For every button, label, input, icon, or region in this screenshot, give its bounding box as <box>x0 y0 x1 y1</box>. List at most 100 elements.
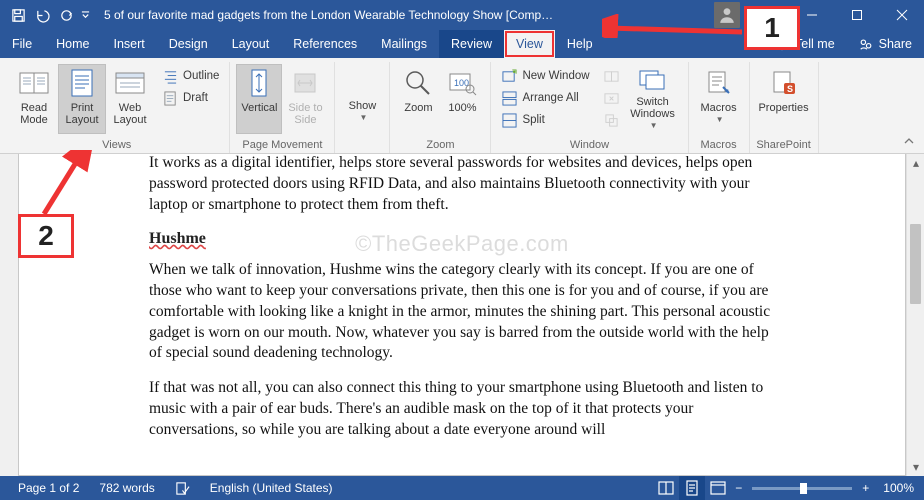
paragraph-2: When we talk of innovation, Hushme wins … <box>149 260 775 365</box>
group-sharepoint: S Properties SharePoint <box>750 62 819 153</box>
new-window-button[interactable]: New Window <box>497 66 593 86</box>
web-layout-label: Web Layout <box>108 102 152 126</box>
window-title: 5 of our favorite mad gadgets from the L… <box>92 8 714 22</box>
heading-hushme: Hushme <box>149 230 775 248</box>
repeat-icon[interactable] <box>54 0 78 30</box>
group-macros: Macros ▼ Macros <box>689 62 750 153</box>
vertical-scrollbar[interactable]: ▴ ▾ <box>906 154 924 476</box>
group-views-label: Views <box>102 138 131 151</box>
close-button[interactable] <box>879 0 924 30</box>
draft-label: Draft <box>183 92 208 104</box>
status-page[interactable]: Page 1 of 2 <box>8 481 89 495</box>
window-b-button <box>600 88 624 108</box>
new-window-label: New Window <box>522 70 589 82</box>
split-label: Split <box>522 114 544 126</box>
side-to-side-icon <box>288 66 322 100</box>
document-page[interactable]: ©TheGeekPage.com It works as a digital i… <box>18 154 906 476</box>
vertical-button[interactable]: Vertical <box>236 64 282 134</box>
left-gutter <box>0 154 18 476</box>
zoom-in-button[interactable]: + <box>858 481 873 495</box>
scroll-down-icon[interactable]: ▾ <box>907 458 924 476</box>
group-page-movement-label: Page Movement <box>242 138 322 151</box>
print-layout-button[interactable]: Print Layout <box>58 64 106 134</box>
status-bar: Page 1 of 2 782 words English (United St… <box>0 476 924 500</box>
tab-references[interactable]: References <box>281 30 369 58</box>
callout-1: 1 <box>744 6 800 50</box>
chevron-down-icon: ▼ <box>716 114 724 126</box>
paragraph-3: If that was not all, you can also connec… <box>149 378 775 441</box>
callout-2: 2 <box>18 214 74 258</box>
callout-2-text: 2 <box>38 220 54 252</box>
web-layout-icon <box>113 66 147 100</box>
status-print-layout-icon[interactable] <box>679 476 705 500</box>
show-label: Show <box>349 100 377 112</box>
macros-button[interactable]: Macros ▼ <box>695 64 743 134</box>
group-views: Read Mode Print Layout Web Layout <box>4 62 230 153</box>
switch-windows-icon <box>636 66 670 94</box>
arrange-all-button[interactable]: Arrange All <box>497 88 593 108</box>
hundred-label: 100% <box>448 102 476 114</box>
user-avatar[interactable] <box>714 2 740 28</box>
zoom-out-button[interactable]: − <box>731 481 746 495</box>
tab-mailings[interactable]: Mailings <box>369 30 439 58</box>
macros-icon <box>702 66 736 100</box>
properties-icon: S <box>767 66 801 100</box>
share-label: Share <box>879 37 912 51</box>
read-mode-icon <box>17 66 51 100</box>
paragraph-1: It works as a digital identifier, helps … <box>149 154 775 216</box>
status-web-layout-icon[interactable] <box>705 476 731 500</box>
print-layout-label: Print Layout <box>60 102 104 126</box>
chevron-down-icon: ▼ <box>650 120 658 132</box>
outline-button[interactable]: Outline <box>158 66 223 86</box>
zoom-button[interactable]: Zoom <box>396 64 440 134</box>
tab-home[interactable]: Home <box>44 30 101 58</box>
zoom-percent[interactable]: 100% <box>873 481 916 495</box>
properties-button[interactable]: S Properties <box>756 64 812 134</box>
zoom-slider[interactable] <box>752 487 852 490</box>
tab-insert[interactable]: Insert <box>102 30 157 58</box>
split-button[interactable]: Split <box>497 110 593 130</box>
split-icon <box>501 112 517 128</box>
show-button[interactable]: Show ▼ <box>341 64 383 134</box>
switch-windows-button[interactable]: Switch Windows ▼ <box>624 64 682 134</box>
maximize-button[interactable] <box>834 0 879 30</box>
new-window-icon <box>501 68 517 84</box>
undo-icon[interactable] <box>30 0 54 30</box>
macros-label: Macros <box>701 102 737 114</box>
scroll-up-icon[interactable]: ▴ <box>907 154 924 172</box>
zoom-knob[interactable] <box>800 483 807 494</box>
tab-layout[interactable]: Layout <box>220 30 282 58</box>
read-mode-label: Read Mode <box>12 102 56 126</box>
svg-text:S: S <box>787 84 793 94</box>
quick-access-toolbar <box>6 0 92 30</box>
window-a-button <box>600 66 624 86</box>
chevron-down-icon: ▼ <box>359 112 367 124</box>
tab-help[interactable]: Help <box>555 30 605 58</box>
read-mode-button[interactable]: Read Mode <box>10 64 58 134</box>
share-button[interactable]: Share <box>847 30 924 58</box>
zoom-label: Zoom <box>404 102 432 114</box>
status-words[interactable]: 782 words <box>89 481 164 495</box>
document-area: ©TheGeekPage.com It works as a digital i… <box>0 154 924 476</box>
tab-design[interactable]: Design <box>157 30 220 58</box>
side-to-side-button[interactable]: Side to Side <box>282 64 328 134</box>
group-show: Show ▼ <box>335 62 390 153</box>
hundred-percent-button[interactable]: 100 100% <box>440 64 484 134</box>
hundred-icon: 100 <box>445 66 479 100</box>
tab-file[interactable]: File <box>0 30 44 58</box>
status-language[interactable]: English (United States) <box>200 481 343 495</box>
status-read-mode-icon[interactable] <box>653 476 679 500</box>
outline-icon <box>162 68 178 84</box>
web-layout-button[interactable]: Web Layout <box>106 64 154 134</box>
save-icon[interactable] <box>6 0 30 30</box>
status-proofing-icon[interactable] <box>165 481 200 496</box>
group-zoom-label: Zoom <box>426 138 454 151</box>
draft-button[interactable]: Draft <box>158 88 223 108</box>
collapse-ribbon-icon[interactable] <box>900 135 918 149</box>
group-page-movement: Vertical Side to Side Page Movement <box>230 62 335 153</box>
tab-review[interactable]: Review <box>439 30 504 58</box>
scroll-thumb[interactable] <box>910 224 921 304</box>
draft-icon <box>162 90 178 106</box>
qat-dropdown-icon[interactable] <box>78 0 92 30</box>
tab-view[interactable]: View <box>504 30 555 58</box>
